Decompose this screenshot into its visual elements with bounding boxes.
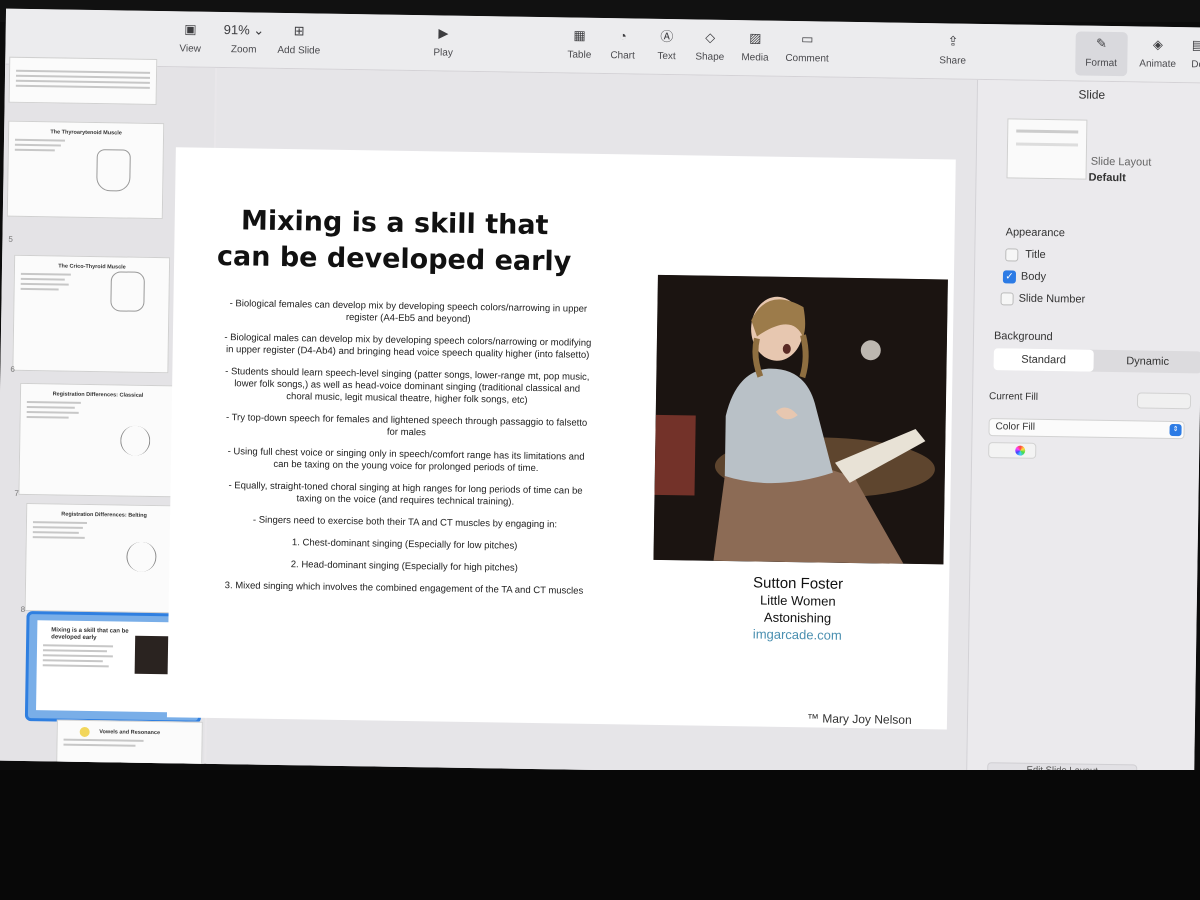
appearance-heading: Appearance [1005, 226, 1066, 240]
document-button[interactable]: ▤ Do [1191, 37, 1200, 70]
color-picker[interactable] [988, 442, 1037, 459]
format-button[interactable]: ✎ Format [1075, 31, 1128, 77]
sidebar-icon: ▣ [184, 21, 197, 37]
lightbulb-icon [79, 726, 90, 738]
standard-option[interactable]: Standard [993, 348, 1094, 372]
current-fill-label: Current Fill [988, 391, 1039, 403]
stepper-arrows-icon: ⇕ [1169, 423, 1182, 437]
background-heading: Background [993, 330, 1053, 344]
numbered-item: 2. Head-dominant singing (Especially for… [290, 559, 518, 574]
add-slide-button[interactable]: ⊞ Add Slide [277, 23, 320, 56]
larynx-diagram [96, 149, 131, 192]
vocal-fold-diagram [120, 425, 151, 456]
title-option-label: Title [1025, 248, 1046, 261]
document-icon: ▤ [1191, 37, 1200, 53]
comment-icon: ▭ [801, 31, 814, 47]
text-button[interactable]: Ⓐ Text [657, 29, 676, 62]
slide-layout-label: Slide Layout [1090, 155, 1152, 169]
bullet: - Biological females can develop mix by … [229, 298, 588, 325]
slide-title[interactable]: Mixing is a skill that can be developed … [214, 203, 575, 281]
plus-square-icon: ⊞ [293, 23, 305, 39]
bullet: - Using full chest voice or singing only… [227, 446, 585, 475]
numbered-item: 3. Mixed singing which involves the comb… [224, 580, 584, 597]
dynamic-option[interactable]: Dynamic [1097, 350, 1197, 374]
slide-number-option-label: Slide Number [1018, 292, 1086, 306]
animate-icon: ◈ [1152, 36, 1164, 52]
table-icon: ▦ [573, 27, 586, 43]
larynx-diagram [110, 271, 145, 312]
comment-button[interactable]: ▭ Comment [785, 31, 829, 64]
slide-layout-value[interactable]: Default [1088, 172, 1125, 185]
view-button[interactable]: ▣ View [179, 21, 201, 54]
current-fill-swatch[interactable] [1136, 392, 1192, 410]
slide-thumbnail[interactable] [8, 56, 158, 105]
slide-thumbnail[interactable]: Vowels and Resonance [56, 719, 203, 768]
text-box-icon: Ⓐ [660, 28, 674, 45]
play-icon: ▶ [438, 25, 449, 41]
inspector-header: Slide [1078, 87, 1106, 102]
slide-canvas: Mixing is a skill that can be developed … [166, 67, 978, 780]
slide[interactable]: Mixing is a skill that can be developed … [166, 147, 956, 730]
photo-sutton-foster[interactable] [653, 274, 948, 565]
play-button[interactable]: ▶ Play [433, 25, 453, 58]
share-icon: ⇪ [947, 33, 959, 49]
title-checkbox[interactable] [1005, 248, 1019, 262]
animate-button[interactable]: ◈ Animate [1139, 36, 1176, 70]
paintbrush-icon: ✎ [1095, 35, 1108, 51]
slide-thumbnail[interactable]: Registration Differences: Classical [18, 382, 177, 498]
chart-icon: ◔ [618, 28, 627, 44]
media-icon: ▨ [749, 30, 762, 46]
keynote-window: ▣ View 91% ⌄ Zoom ⊞ Add Slide ▶ Play ▦ T… [0, 8, 1200, 780]
bullet: - Try top-down speech for females and li… [225, 412, 588, 439]
share-button[interactable]: ⇪ Share [939, 33, 966, 66]
slide-layout-preview[interactable] [1006, 118, 1088, 180]
table-button[interactable]: ▦ Table [567, 27, 591, 61]
fill-type-select[interactable]: Color Fill ⇕ [988, 418, 1185, 440]
body-option-label: Body [1020, 270, 1047, 283]
zoom-button[interactable]: 91% ⌄ Zoom [223, 22, 265, 56]
slide-thumbnail[interactable]: The Crico-Thyroid Muscle [12, 254, 171, 374]
shape-icon: ◇ [705, 29, 716, 45]
vocal-fold-diagram [126, 541, 157, 573]
numbered-item: 1. Chest-dominant singing (Especially fo… [291, 537, 518, 552]
color-wheel-icon [1015, 445, 1026, 456]
slide-thumbnail[interactable]: Registration Differences: Belting [24, 503, 183, 614]
bullet: - Singers need to exercise both their TA… [252, 514, 558, 531]
bullet: - Biological males can develop mix by de… [224, 332, 592, 361]
shape-button[interactable]: ◇ Shape [695, 29, 724, 63]
slide-number-checkbox[interactable] [1000, 292, 1014, 306]
trademark-text: ™ Mary Joy Nelson [806, 711, 912, 727]
photo-caption: Sutton Foster Little Women Astonishing i… [672, 573, 923, 645]
format-inspector: Slide Slide Layout Default Appearance Ti… [966, 79, 1200, 780]
photo-illustration [653, 274, 948, 565]
media-button[interactable]: ▨ Media [741, 30, 769, 63]
body-checkbox[interactable]: ✓ [1002, 270, 1017, 284]
zoom-value: 91% ⌄ [223, 22, 265, 38]
chart-button[interactable]: ◔ Chart [610, 28, 635, 61]
caption-link[interactable]: imgarcade.com [672, 624, 922, 645]
slide-thumbnail[interactable]: The Thyroarytenoid Muscle [6, 120, 165, 220]
background-mode-toggle[interactable]: Standard Dynamic [993, 348, 1200, 374]
bullet: - Equally, straight-toned choral singing… [228, 480, 583, 508]
bullet: - Students should learn speech-level sin… [225, 366, 590, 406]
monitor-bezel-bottom [0, 770, 1200, 900]
slide-body[interactable]: - Biological females can develop mix by … [219, 298, 594, 608]
